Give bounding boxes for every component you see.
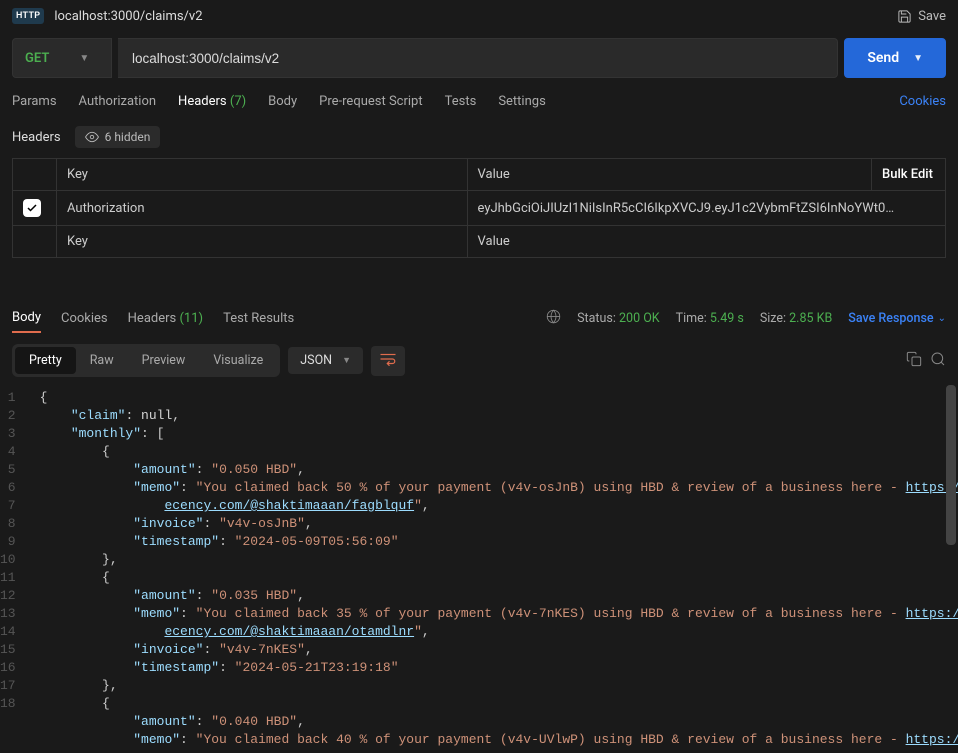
rtab-headers-count: (11) xyxy=(179,311,203,326)
view-preview[interactable]: Preview xyxy=(128,347,200,374)
url-input[interactable] xyxy=(118,38,838,78)
time-label: Time: xyxy=(676,311,707,326)
response-body-editor[interactable]: 123456789101112131415161718 { "claim": n… xyxy=(0,385,958,753)
cookies-link[interactable]: Cookies xyxy=(899,94,946,109)
tab-headers-label: Headers xyxy=(178,94,227,109)
time-value: 5.49 s xyxy=(710,311,744,326)
send-label: Send xyxy=(867,50,899,66)
tab-authorization[interactable]: Authorization xyxy=(79,88,157,115)
view-segment: Pretty Raw Preview Visualize xyxy=(12,344,280,377)
send-button[interactable]: Send ▼ xyxy=(844,38,946,78)
rtab-cookies[interactable]: Cookies xyxy=(61,305,108,332)
search-button[interactable] xyxy=(930,351,946,371)
header-value[interactable]: eyJhbGciOiJIUzI1NiIsInR5cCI6IkpXVCJ9.eyJ… xyxy=(478,201,898,216)
globe-icon[interactable] xyxy=(546,309,561,328)
key-placeholder[interactable]: Key xyxy=(57,226,468,258)
eye-icon xyxy=(85,130,99,144)
status-value: 200 OK xyxy=(619,311,660,326)
view-pretty[interactable]: Pretty xyxy=(15,347,76,374)
hidden-headers-toggle[interactable]: 6 hidden xyxy=(75,126,161,148)
bulk-edit-button[interactable]: Bulk Edit xyxy=(872,159,946,191)
chevron-down-icon: ▼ xyxy=(342,355,351,366)
tab-settings[interactable]: Settings xyxy=(498,88,545,115)
scrollbar[interactable] xyxy=(946,385,956,545)
save-button[interactable]: Save xyxy=(897,9,946,24)
wrap-icon xyxy=(379,352,397,366)
save-icon xyxy=(897,9,912,24)
save-response-button[interactable]: Save Response ⌄ xyxy=(848,311,946,326)
method-value: GET xyxy=(25,51,49,66)
table-row[interactable]: Authorization eyJhbGciOiJIUzI1NiIsInR5cC… xyxy=(13,191,946,226)
wrap-lines-button[interactable] xyxy=(371,346,405,376)
rtab-headers[interactable]: Headers (11) xyxy=(128,305,203,332)
row-checkbox[interactable] xyxy=(23,199,41,217)
view-visualize[interactable]: Visualize xyxy=(199,347,277,374)
save-response-label: Save Response xyxy=(848,311,933,326)
size-value: 2.85 KB xyxy=(789,311,832,326)
table-row-empty[interactable]: Key Value xyxy=(13,226,946,258)
rtab-body[interactable]: Body xyxy=(12,304,41,333)
size-label: Size: xyxy=(760,311,786,326)
tab-tests[interactable]: Tests xyxy=(445,88,477,115)
format-select[interactable]: JSON ▼ xyxy=(288,347,363,374)
value-placeholder[interactable]: Value xyxy=(467,226,945,258)
line-gutter: 123456789101112131415161718 xyxy=(0,385,26,753)
view-raw[interactable]: Raw xyxy=(76,347,128,374)
request-tab-title: localhost:3000/claims/v2 xyxy=(54,9,202,24)
rtab-testresults[interactable]: Test Results xyxy=(223,305,294,332)
hidden-count: 6 hidden xyxy=(105,130,151,144)
header-key[interactable]: Authorization xyxy=(57,191,468,226)
chevron-down-icon: ⌄ xyxy=(938,313,946,324)
rtab-headers-label: Headers xyxy=(128,311,177,326)
http-badge: HTTP xyxy=(12,8,44,24)
tab-body[interactable]: Body xyxy=(268,88,297,115)
copy-button[interactable] xyxy=(906,351,922,371)
tab-prerequest[interactable]: Pre-request Script xyxy=(319,88,422,115)
col-key: Key xyxy=(57,159,468,191)
chevron-down-icon: ▼ xyxy=(913,53,923,64)
chevron-down-icon: ▼ xyxy=(79,53,89,64)
method-select[interactable]: GET ▼ xyxy=(12,38,112,78)
status-label: Status: xyxy=(577,311,616,326)
tab-headers[interactable]: Headers (7) xyxy=(178,88,246,115)
format-value: JSON xyxy=(300,353,332,368)
headers-title: Headers xyxy=(12,130,61,145)
col-value: Value xyxy=(467,159,871,191)
headers-table: Key Value Bulk Edit Authorization eyJhbG… xyxy=(12,158,946,258)
save-label: Save xyxy=(918,9,946,24)
tab-params[interactable]: Params xyxy=(12,88,57,115)
tab-headers-count: (7) xyxy=(230,94,246,109)
response-code[interactable]: { "claim": null, "monthly": [ { "amount"… xyxy=(26,385,958,753)
